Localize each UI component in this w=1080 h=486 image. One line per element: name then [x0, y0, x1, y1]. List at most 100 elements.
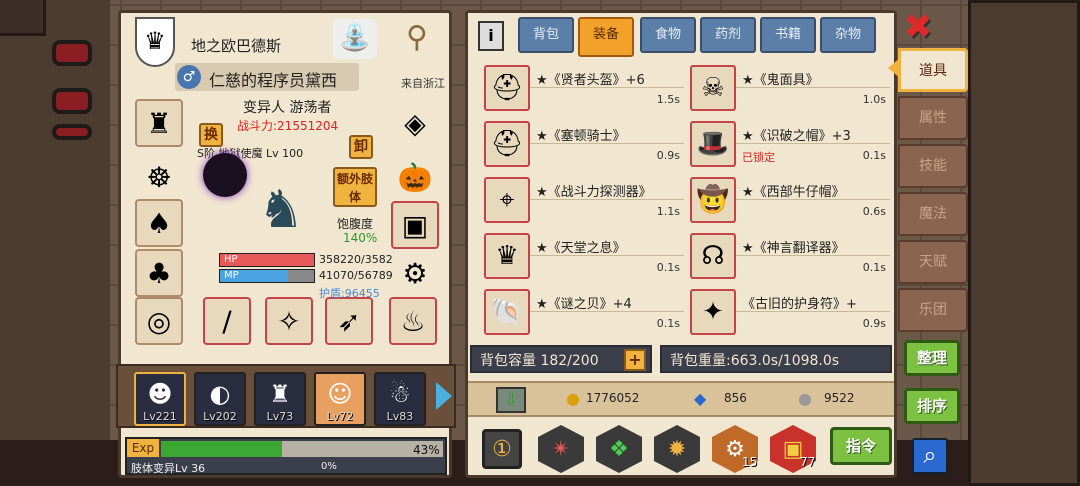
deposit-icon[interactable]: ⇩: [496, 387, 526, 413]
item-card[interactable]: ♛ ★《天堂之息》 0.1s: [478, 233, 684, 281]
equip-slot-ring-icon[interactable]: ◎: [135, 297, 183, 345]
item-card[interactable]: 🎩 ★《识破之帽》+3 已锁定 0.1s: [684, 121, 890, 169]
skill-hex-icon[interactable]: ✴: [538, 425, 584, 473]
close-icon[interactable]: ✖: [900, 10, 936, 46]
command-button[interactable]: 指令: [830, 427, 892, 465]
currency-bar: ⇩ ● 1776052 ◆ 856 ● 9522: [468, 381, 894, 417]
exp-label: Exp: [127, 439, 159, 457]
item-card[interactable]: ✦ 《古旧的护身符》+ 0.9s: [684, 289, 890, 337]
swap-button[interactable]: 换: [199, 123, 223, 147]
tab-potion[interactable]: 药剂: [700, 17, 756, 53]
hp-label: HP: [224, 254, 238, 265]
item-card[interactable]: 🐚 ★《谜之贝》+4 0.1s: [478, 289, 684, 337]
side-tab-attributes[interactable]: 属性: [898, 96, 968, 140]
roster-card[interactable]: ♜ Lv73: [254, 372, 306, 426]
equip-slot-bow-icon[interactable]: ➶: [325, 297, 373, 345]
icon-glyph: ❖: [609, 436, 629, 462]
background-wall-right: [968, 0, 1080, 486]
mp-bar: MP: [219, 269, 315, 283]
side-tab-items[interactable]: 道具: [898, 48, 968, 92]
mp-label: MP: [224, 270, 239, 281]
equip-slot-pumpkin-icon[interactable]: 🎃: [391, 153, 439, 201]
side-tab-band[interactable]: 乐团: [898, 288, 968, 332]
roster-card[interactable]: ☻ Lv221: [134, 372, 186, 426]
origin-label: 来自浙江: [401, 77, 445, 90]
equip-slot-gem-icon[interactable]: ◈: [391, 99, 439, 147]
info-icon[interactable]: i: [478, 21, 504, 51]
character-name[interactable]: 仁慈的程序员黛西: [209, 67, 337, 91]
tab-food[interactable]: 食物: [640, 17, 696, 53]
limb-mutation-label: 肢体变异Lv 36: [131, 462, 206, 475]
organize-button[interactable]: 整理: [904, 340, 960, 376]
sort-button[interactable]: 排序: [904, 388, 960, 424]
side-tab-magic[interactable]: 魔法: [898, 192, 968, 236]
combat-power: 战斗力:21551204: [237, 119, 339, 133]
equip-slot-gear-icon[interactable]: ⚙: [391, 249, 439, 297]
skill-hex-icon[interactable]: ❖: [596, 425, 642, 473]
roster-card[interactable]: ☺ Lv72: [314, 372, 366, 426]
equip-slot-boots-icon[interactable]: ♨: [389, 297, 437, 345]
expand-capacity-button[interactable]: +: [624, 349, 646, 371]
roster-level: Lv72: [326, 410, 354, 423]
background-block: [0, 0, 46, 36]
sort-number-icon[interactable]: ①: [482, 429, 522, 469]
gem-amount: 856: [724, 391, 747, 405]
background-chain: [52, 40, 92, 66]
item-card[interactable]: ⌖ ★《战斗力探测器》 1.1s: [478, 177, 684, 225]
tab-backpack[interactable]: 背包: [518, 17, 574, 53]
equip-slot-armor-icon[interactable]: ♠: [135, 199, 183, 247]
satiety-label: 饱腹度: [337, 217, 374, 231]
tab-equipment[interactable]: 装备: [578, 17, 634, 57]
icon-glyph: ①: [492, 436, 512, 462]
roster-portrait-icon: ♜: [269, 380, 291, 408]
party-roster: ☻ Lv221 ◐ Lv202 ♜ Lv73 ☺ Lv72 ☃ Lv83: [116, 364, 456, 428]
item-card[interactable]: 🤠 ★《西部牛仔帽》 0.6s: [684, 177, 890, 225]
item-name: ★《天堂之息》: [536, 241, 626, 256]
roster-card[interactable]: ☃ Lv83: [374, 372, 426, 426]
roster-portrait-icon: ☃: [389, 380, 411, 408]
item-card[interactable]: ⛑ ★《塞顿骑士》 0.9s: [478, 121, 684, 169]
roster-card[interactable]: ◐ Lv202: [194, 372, 246, 426]
gold-amount: 1776052: [586, 391, 640, 405]
roster-next-arrow-icon[interactable]: [436, 382, 452, 410]
item-icon: ⛑: [484, 121, 530, 167]
equip-slot-offhand-icon[interactable]: ✧: [265, 297, 313, 345]
icon-glyph: ✴: [551, 436, 571, 462]
roster-level: Lv83: [386, 410, 414, 423]
tab-misc[interactable]: 杂物: [820, 17, 876, 53]
item-icon: ♛: [484, 233, 530, 279]
equip-slot-cape-icon[interactable]: ♣: [135, 249, 183, 297]
portal-icon[interactable]: ⛲: [333, 19, 377, 59]
item-icon: 🎩: [690, 121, 736, 167]
tab-books[interactable]: 书籍: [760, 17, 816, 53]
hanger-icon[interactable]: ⚲: [387, 19, 447, 59]
item-weight: 1.5s: [656, 93, 680, 106]
item-weight: 0.6s: [862, 205, 886, 218]
item-card[interactable]: ⛑ ★《贤者头盔》+6 1.5s: [478, 65, 684, 113]
item-card[interactable]: ☠ ★《鬼面具》 1.0s: [684, 65, 890, 113]
side-tab-skills[interactable]: 技能: [898, 144, 968, 188]
item-weight: 0.9s: [656, 149, 680, 162]
item-icon: ⌖: [484, 177, 530, 223]
item-locked-label: 已锁定: [742, 151, 775, 164]
item-icon: ⛑: [484, 65, 530, 111]
extra-limb-button[interactable]: 额外肢体: [333, 167, 377, 207]
limb-mutation-percent: 0%: [321, 461, 337, 472]
equip-slot-neck-icon[interactable]: ☸: [135, 153, 183, 201]
item-name: 《古旧的护身符》+: [742, 297, 857, 312]
item-card[interactable]: ☊ ★《神言翻译器》 0.1s: [684, 233, 890, 281]
search-icon[interactable]: ⌕: [912, 438, 948, 474]
equip-slot-chest-icon[interactable]: ▣: [391, 201, 439, 249]
item-name: ★《鬼面具》: [742, 73, 819, 88]
item-name: ★《识破之帽》+3: [742, 129, 851, 144]
item-name: ★《战斗力探测器》: [536, 185, 652, 200]
side-tab-talent[interactable]: 天赋: [898, 240, 968, 284]
skill-hex-icon[interactable]: ✹: [654, 425, 700, 473]
character-sprite[interactable]: ♞: [231, 175, 331, 247]
equip-slot-weapon-icon[interactable]: ∕: [203, 297, 251, 345]
class-badge-icon[interactable]: ♛: [135, 17, 175, 67]
unequip-button[interactable]: 卸: [349, 135, 373, 159]
hp-value: 358220/3582: [319, 253, 393, 266]
equip-slot-head-icon[interactable]: ♜: [135, 99, 183, 147]
background-wall: [0, 0, 110, 486]
